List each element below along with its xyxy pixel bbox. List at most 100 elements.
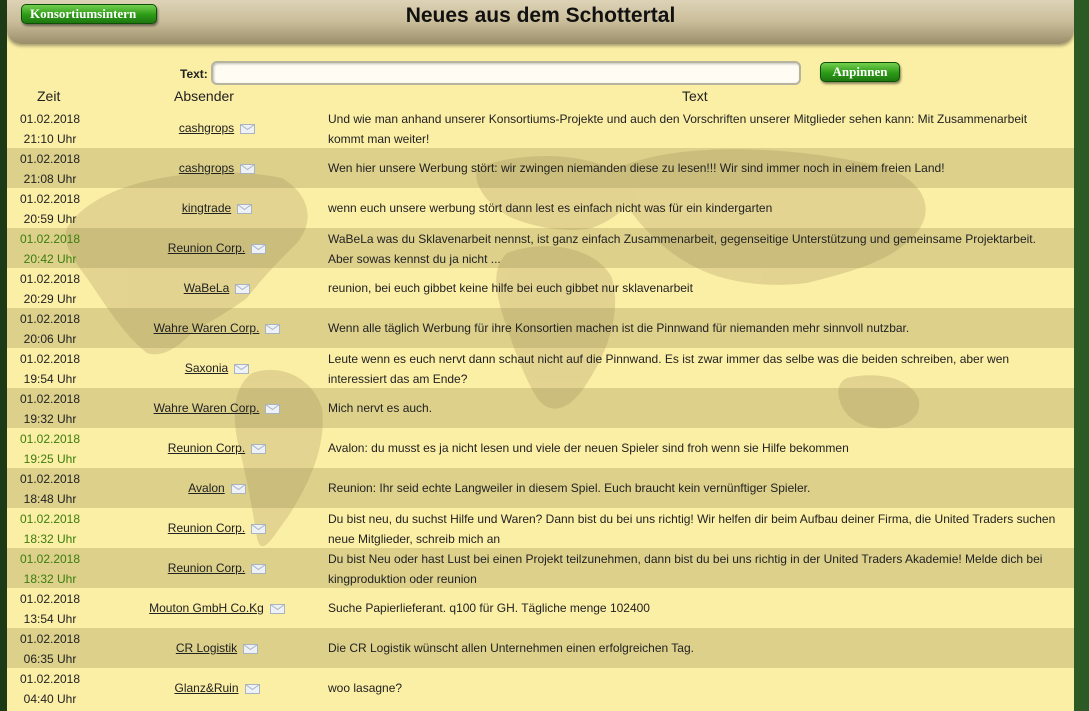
message-date: 01.02.2018 [19,432,81,446]
message-timestamp: 01.02.2018 20:06 Uhr [7,309,93,349]
envelope-icon[interactable] [251,563,267,574]
sender-link[interactable]: Reunion Corp. [168,241,245,255]
envelope-icon[interactable] [237,203,253,214]
message-row: 01.02.2018 21:08 Uhr cashgrops Wen hier uns… [7,148,1074,188]
message-date: 01.02.2018 [19,632,81,646]
message-sender: Wahre Waren Corp. [111,319,323,337]
envelope-icon[interactable] [240,163,256,174]
sender-link[interactable]: Saxonia [185,361,228,375]
message-timestamp: 01.02.2018 19:54 Uhr [7,349,93,389]
message-date: 01.02.2018 [19,472,81,486]
message-text: Avalon: du musst es ja nicht lesen und v… [328,441,849,455]
message-row: 01.02.2018 19:54 Uhr Saxonia Leute wenn es … [7,348,1074,388]
message-text: Du bist neu, du suchst Hilfe und Waren? … [328,512,1056,546]
message-text: Und wie man anhand unserer Konsortiums-P… [328,112,1028,146]
message-text: reunion, bei euch gibbet keine hilfe bei… [328,281,693,295]
sender-link[interactable]: Reunion Corp. [168,441,245,455]
message-list: 01.02.2018 21:10 Uhr cashgrops Und wie man … [7,108,1074,708]
message-date: 01.02.2018 [19,192,81,206]
sender-link[interactable]: Wahre Waren Corp. [154,321,260,335]
message-row: 01.02.2018 04:40 Uhr Glanz&Ruin woo lasagne… [7,668,1074,708]
message-date: 01.02.2018 [19,272,81,286]
envelope-icon[interactable] [251,443,267,454]
message-text: Die CR Logistik wünscht allen Unternehme… [328,641,694,655]
message-row: 01.02.2018 13:54 Uhr Mouton GmbH Co.Kg Such… [7,588,1074,628]
message-sender: CR Logistik [111,639,323,657]
page-title: Neues aus dem Schottertal [405,4,676,27]
message-time: 04:40 Uhr [23,692,77,706]
envelope-icon[interactable] [265,323,281,334]
sender-link[interactable]: Wahre Waren Corp. [154,401,260,415]
message-time: 13:54 Uhr [23,612,77,626]
message-row: 01.02.2018 21:10 Uhr cashgrops Und wie man … [7,108,1074,148]
message-time: 21:08 Uhr [23,172,77,186]
message-sender: Avalon [111,479,323,497]
message-sender: Glanz&Ruin [111,679,323,697]
message-date: 01.02.2018 [19,552,81,566]
message-time: 20:06 Uhr [23,332,77,346]
message-date: 01.02.2018 [19,392,81,406]
message-sender: WaBeLa [111,279,323,297]
message-sender: Reunion Corp. [111,439,323,457]
text-input[interactable] [211,61,801,85]
sender-link[interactable]: WaBeLa [184,281,230,295]
message-text: Leute wenn es euch nervt dann schaut nic… [328,352,1010,386]
pinboard-panel: Konsortiumsintern Neues aus dem Schotter… [7,0,1074,711]
message-row: 01.02.2018 18:32 Uhr Reunion Corp. Du bist … [7,508,1074,548]
message-timestamp: 01.02.2018 18:32 Uhr [7,509,93,549]
message-timestamp: 01.02.2018 20:59 Uhr [7,189,93,229]
message-timestamp: 01.02.2018 06:35 Uhr [7,629,93,669]
envelope-icon[interactable] [234,363,250,374]
message-timestamp: 01.02.2018 20:29 Uhr [7,269,93,309]
sender-link[interactable]: Mouton GmbH Co.Kg [149,601,264,615]
sender-link[interactable]: Reunion Corp. [168,561,245,575]
envelope-icon[interactable] [251,523,267,534]
envelope-icon[interactable] [244,683,260,694]
message-sender: Reunion Corp. [111,519,323,537]
message-sender: Wahre Waren Corp. [111,399,323,417]
envelope-icon[interactable] [230,483,246,494]
envelope-icon[interactable] [243,643,259,654]
column-header-text: Text [682,88,708,104]
pin-button[interactable]: Anpinnen [820,62,900,82]
message-row: 01.02.2018 18:32 Uhr Reunion Corp. Du bist … [7,548,1074,588]
message-sender: Reunion Corp. [111,559,323,577]
envelope-icon[interactable] [269,603,285,614]
message-time: 21:10 Uhr [23,132,77,146]
envelope-icon[interactable] [265,403,281,414]
message-date: 01.02.2018 [19,152,81,166]
sender-link[interactable]: cashgrops [179,161,234,175]
sender-link[interactable]: CR Logistik [176,641,237,655]
message-row: 01.02.2018 06:35 Uhr CR Logistik Die CR Log… [7,628,1074,668]
envelope-icon[interactable] [235,283,251,294]
sender-link[interactable]: Glanz&Ruin [174,681,238,695]
sender-link[interactable]: cashgrops [179,121,234,135]
message-date: 01.02.2018 [19,672,81,686]
message-text: woo lasagne? [328,681,403,695]
message-row: 01.02.2018 19:32 Uhr Wahre Waren Corp. Mich… [7,388,1074,428]
message-date: 01.02.2018 [19,352,81,366]
envelope-icon[interactable] [240,123,256,134]
message-timestamp: 01.02.2018 20:42 Uhr [7,229,93,269]
message-text: Wen hier unsere Werbung stört: wir zwing… [328,161,945,175]
message-timestamp: 01.02.2018 18:32 Uhr [7,549,93,589]
message-time: 20:42 Uhr [23,252,77,266]
message-text: Mich nervt es auch. [328,401,433,415]
message-sender: Saxonia [111,359,323,377]
message-time: 20:59 Uhr [23,212,77,226]
sender-link[interactable]: Avalon [188,481,224,495]
message-row: 01.02.2018 20:59 Uhr kingtrade wenn euch un… [7,188,1074,228]
message-row: 01.02.2018 18:48 Uhr Avalon Reunion: Ihr se… [7,468,1074,508]
message-text: Du bist Neu oder hast Lust bei einen Pro… [328,552,1043,586]
message-time: 06:35 Uhr [23,652,77,666]
message-timestamp: 01.02.2018 04:40 Uhr [7,669,93,709]
envelope-icon[interactable] [251,243,267,254]
message-timestamp: 01.02.2018 19:32 Uhr [7,389,93,429]
message-sender: cashgrops [111,159,323,177]
message-text: Wenn alle täglich Werbung für ihre Konso… [328,321,910,335]
sender-link[interactable]: kingtrade [182,201,231,215]
message-time: 18:32 Uhr [23,572,77,586]
message-sender: kingtrade [111,199,323,217]
header-bar: Konsortiumsintern Neues aus dem Schotter… [7,0,1074,44]
sender-link[interactable]: Reunion Corp. [168,521,245,535]
